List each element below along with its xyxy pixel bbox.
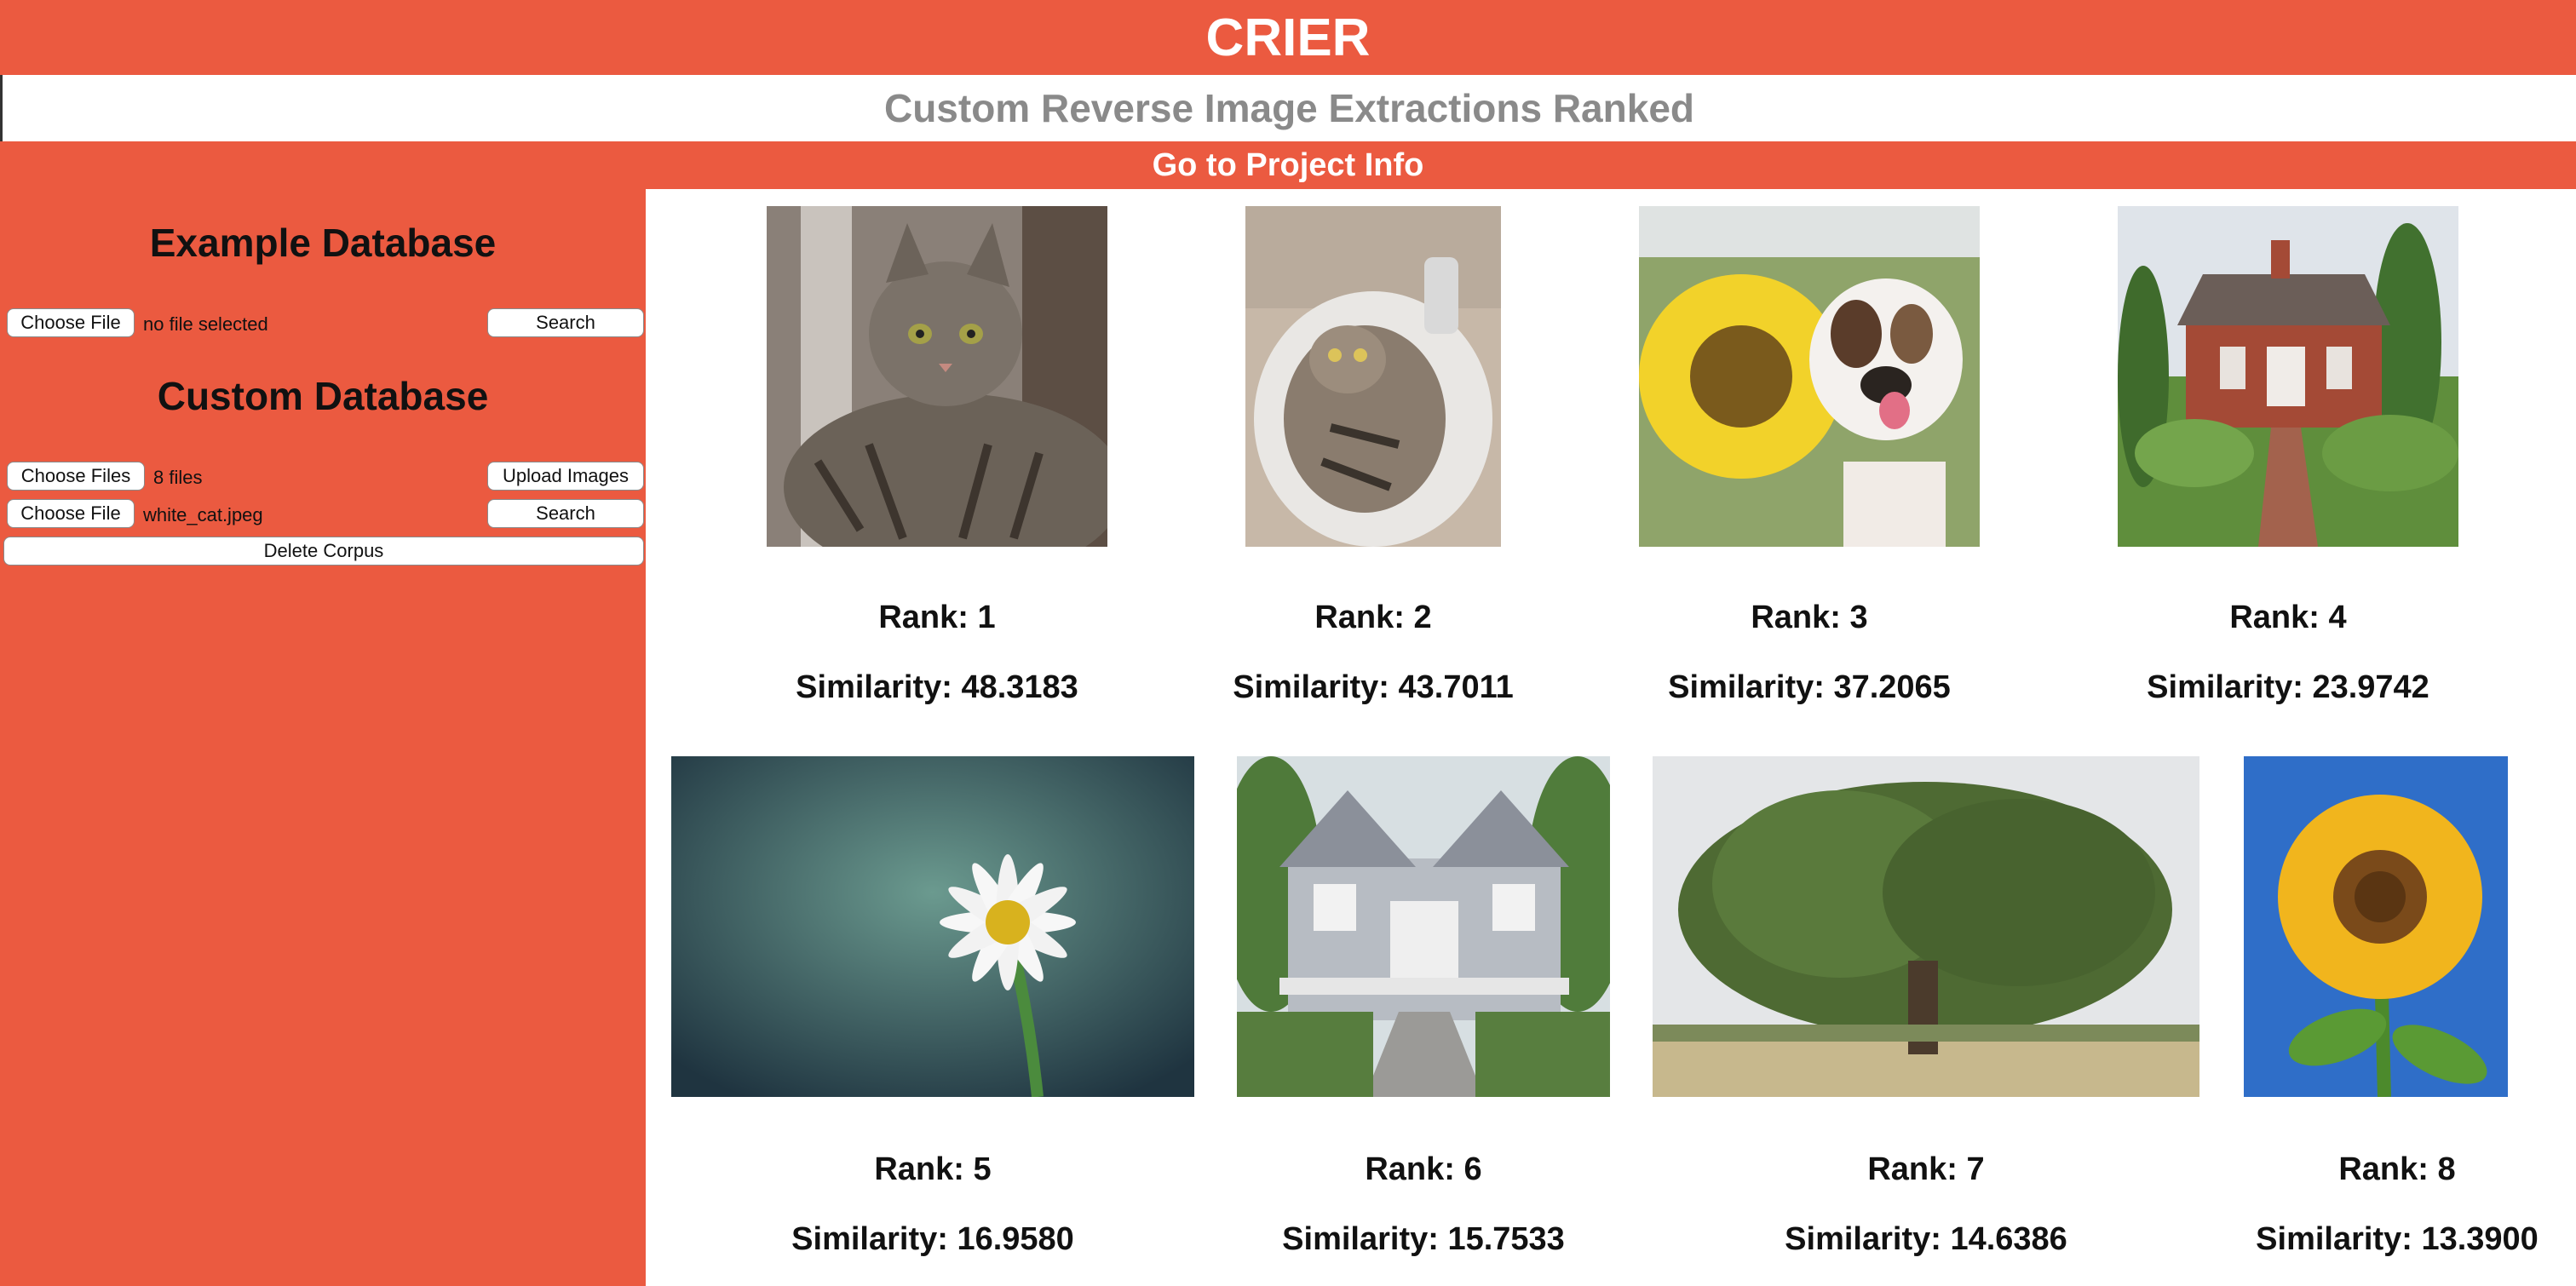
app-title: CRIER <box>0 0 2576 75</box>
example-file-status: no file selected <box>143 313 268 335</box>
result-similarity-1: Similarity: 48.3183 <box>796 669 1078 705</box>
result-similarity-3: Similarity: 37.2065 <box>1668 669 1951 705</box>
result-image-4[interactable] <box>2118 206 2458 547</box>
result-image-7[interactable] <box>1653 756 2199 1097</box>
result-image-5[interactable] <box>671 756 1194 1097</box>
tabby-cat-photo <box>767 206 1107 547</box>
custom-query-file: white_cat.jpeg <box>143 504 263 525</box>
result-rank-5: Rank: 5 <box>874 1151 992 1187</box>
example-search-button[interactable]: Search <box>487 308 644 337</box>
result-rank-6: Rank: 6 <box>1365 1151 1482 1187</box>
result-image-1[interactable] <box>767 206 1107 547</box>
delete-corpus-button[interactable]: Delete Corpus <box>3 537 644 565</box>
brick-cottage-photo <box>2118 206 2458 547</box>
custom-database-heading: Custom Database <box>157 374 489 418</box>
custom-files-status: 8 files <box>153 467 203 488</box>
result-image-2[interactable] <box>1245 206 1501 547</box>
result-rank-8: Rank: 8 <box>2338 1151 2456 1187</box>
example-database-heading: Example Database <box>149 221 497 265</box>
sidebar: Example Database Choose File no file sel… <box>0 189 646 1286</box>
project-info-link[interactable]: Go to Project Info <box>0 141 2576 189</box>
daisy-photo <box>671 756 1194 1097</box>
result-rank-7: Rank: 7 <box>1867 1151 1985 1187</box>
cat-in-sink-photo <box>1245 206 1501 547</box>
oak-tree-photo <box>1653 756 2199 1097</box>
result-rank-4: Rank: 4 <box>2229 600 2347 635</box>
result-rank-3: Rank: 3 <box>1751 600 1868 635</box>
result-similarity-4: Similarity: 23.9742 <box>2147 669 2429 705</box>
sunflower-sky-photo <box>2244 756 2508 1097</box>
custom-search-button[interactable]: Search <box>487 499 644 528</box>
result-rank-1: Rank: 1 <box>878 600 996 635</box>
result-similarity-6: Similarity: 15.7533 <box>1282 1221 1565 1257</box>
result-image-3[interactable] <box>1639 206 1980 547</box>
white-house-photo <box>1237 756 1610 1097</box>
result-similarity-2: Similarity: 43.7011 <box>1233 669 1514 705</box>
result-image-6[interactable] <box>1237 756 1610 1097</box>
sunflower-puppy-photo <box>1639 206 1980 547</box>
result-image-8[interactable] <box>2244 756 2508 1097</box>
result-rank-2: Rank: 2 <box>1314 600 1432 635</box>
result-similarity-5: Similarity: 16.9580 <box>791 1221 1074 1257</box>
result-similarity-8: Similarity: 13.3900 <box>2256 1221 2539 1257</box>
upload-images-button[interactable]: Upload Images <box>487 462 644 491</box>
example-choose-file-button[interactable]: Choose File <box>7 308 135 337</box>
result-similarity-7: Similarity: 14.6386 <box>1785 1221 2067 1257</box>
app-subtitle: Custom Reverse Image Extractions Ranked <box>0 75 2576 141</box>
custom-choose-query-button[interactable]: Choose File <box>7 499 135 528</box>
custom-choose-files-button[interactable]: Choose Files <box>7 462 145 491</box>
